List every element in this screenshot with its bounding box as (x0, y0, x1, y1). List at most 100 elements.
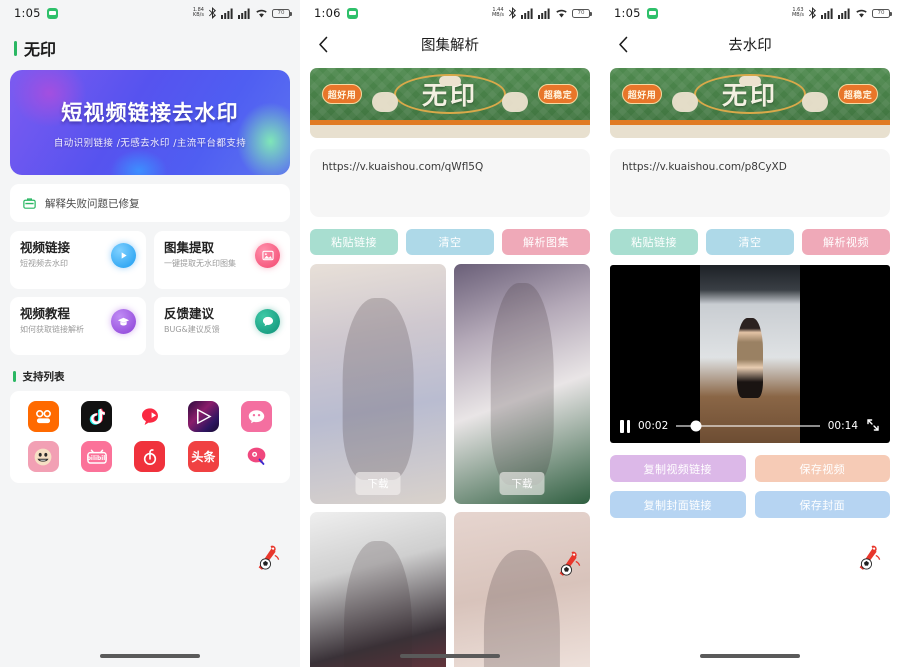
status-bar: 1:05 1.84 KB/s 70 (0, 0, 300, 26)
notice-text: 解释失败问题已修复 (45, 197, 140, 210)
kuaishou-icon[interactable] (27, 401, 59, 432)
weishi-icon[interactable] (241, 401, 273, 432)
navigation-bar: 图集解析 (300, 26, 600, 62)
menu-card-title: 视频教程 (20, 306, 71, 321)
gallery-result-grid: 下载 下载 (310, 264, 590, 667)
mascot-watermark-icon (552, 547, 586, 581)
wifi-icon (256, 9, 267, 17)
parse-gallery-button[interactable]: 解析图集 (502, 229, 590, 255)
hero-banner[interactable]: 短视频链接去水印 自动识别链接 /无感去水印 /主流平台都支持 (10, 70, 290, 175)
notification-badge-icon (346, 7, 358, 19)
support-accent-bar (13, 371, 16, 382)
page-header: 无印 (0, 26, 300, 68)
video-action-row: 粘贴链接 清空 解析视频 (610, 229, 890, 255)
brand-banner-stripe (310, 120, 590, 125)
notice-bar[interactable]: 解释失败问题已修复 (10, 184, 290, 222)
badge-very-stable: 超稳定 (538, 84, 578, 104)
menu-card-subtitle: 一键提取无水印图集 (164, 259, 236, 268)
notification-badge-icon (46, 7, 58, 19)
photo-subject (344, 540, 412, 667)
fullscreen-icon[interactable] (866, 417, 880, 436)
badge-very-stable: 超稳定 (838, 84, 878, 104)
video-player[interactable]: 00:02 00:14 (610, 265, 890, 443)
status-icons: 1.63 MB/s 70 (792, 7, 892, 19)
signal-2-icon (238, 8, 250, 19)
menu-card-title: 图集提取 (164, 240, 215, 255)
nav-title: 去水印 (728, 37, 772, 54)
brand-banner-body: 无印 超好用 超稳定 (610, 68, 890, 120)
menu-card-video-link[interactable]: 视频链接 短视频去水印 (10, 231, 146, 289)
menu-card-feedback[interactable]: 反馈建议 BUG&建议反馈 (154, 297, 290, 355)
clear-button[interactable]: 清空 (406, 229, 494, 255)
mascot-watermark-icon (251, 541, 285, 575)
save-video-button[interactable]: 保存视频 (754, 455, 890, 482)
menu-card-gallery-extract[interactable]: 图集提取 一键提取无水印图集 (154, 231, 290, 289)
menu-card-title: 视频链接 (20, 240, 71, 255)
douyin-icon[interactable] (81, 401, 113, 432)
save-cover-button[interactable]: 保存封面 (754, 491, 890, 518)
battery-icon: 70 (872, 8, 892, 18)
signal-1-icon (221, 8, 233, 19)
menu-card-title: 反馈建议 (164, 306, 215, 321)
support-list-title: 支持列表 (22, 371, 65, 383)
battery-icon: 70 (272, 8, 292, 18)
gallery-url-input[interactable]: https://v.kuaishou.com/qWfl5Q (310, 149, 590, 217)
copy-video-link-button[interactable]: 复制视频链接 (610, 455, 746, 482)
paste-link-button[interactable]: 粘贴链接 (310, 229, 398, 255)
gallery-photo-item[interactable]: 下载 (310, 264, 446, 504)
gallery-photo-item[interactable] (310, 512, 446, 667)
brand-banner-body: 无印 超好用 超稳定 (310, 68, 590, 120)
status-bar: 1:05 1.63 MB/s 70 (600, 0, 900, 26)
gallery-photo-item[interactable] (454, 512, 590, 667)
video-url-input[interactable]: https://v.kuaishou.com/p8CyXD (610, 149, 890, 217)
current-time-label: 00:02 (638, 420, 669, 432)
pipixia-icon[interactable] (27, 441, 59, 472)
clear-button[interactable]: 清空 (706, 229, 794, 255)
panel-watermark-remove: 1:05 1.63 MB/s 70 去水印 无印 超好用 超稳定 https:/… (600, 0, 900, 667)
redbook-icon[interactable] (134, 401, 166, 432)
photo-subject (490, 283, 554, 485)
network-speed-indicator: 1.44 MB/s (491, 6, 504, 18)
back-icon[interactable] (614, 35, 632, 53)
video-subject (737, 318, 763, 399)
menu-card-subtitle: 如何获取链接解析 (20, 325, 84, 334)
bilibili-icon[interactable]: bilibili (81, 441, 113, 472)
signal-1-icon (521, 8, 533, 19)
status-bar: 1:06 1.44 MB/s 70 (300, 0, 600, 26)
paste-link-button[interactable]: 粘贴链接 (610, 229, 698, 255)
brand-banner-stripe (610, 120, 890, 125)
nav-title: 图集解析 (421, 37, 479, 54)
battery-icon: 70 (572, 8, 592, 18)
brand-banner[interactable]: 无印 超好用 超稳定 (610, 68, 890, 138)
toutiao-icon[interactable]: 头条 (187, 441, 219, 472)
parse-video-button[interactable]: 解析视频 (802, 229, 890, 255)
menu-card-video-tutorial[interactable]: 视频教程 如何获取链接解析 (10, 297, 146, 355)
cloud-ornament-left-icon (672, 92, 698, 112)
zuiyou-icon[interactable] (241, 441, 273, 472)
navigation-bar: 去水印 (600, 26, 900, 62)
cloud-ornament-right-icon (802, 92, 828, 112)
back-icon[interactable] (314, 35, 332, 53)
panel-gallery-parse: 1:06 1.44 MB/s 70 图集解析 无印 超好用 超稳定 https:… (300, 0, 600, 667)
notification-badge-icon (646, 7, 658, 19)
iqiyi-icon[interactable] (187, 401, 219, 432)
pause-icon[interactable] (620, 419, 630, 433)
home-indicator (100, 654, 200, 658)
status-time: 1:05 (614, 6, 641, 20)
brand-banner[interactable]: 无印 超好用 超稳定 (310, 68, 590, 138)
progress-thumb[interactable] (690, 420, 702, 432)
copy-cover-link-button[interactable]: 复制封面链接 (610, 491, 746, 518)
netease-music-icon[interactable] (134, 441, 166, 472)
bluetooth-icon (209, 7, 216, 19)
graduation-cap-icon (111, 309, 136, 334)
badge-easy-to-use: 超好用 (322, 84, 362, 104)
image-icon (255, 243, 280, 268)
supported-platform-grid: bilibili 头条 (10, 391, 290, 483)
download-button[interactable]: 下载 (499, 472, 545, 495)
cloud-ornament-top-icon (439, 76, 461, 86)
gallery-photo-item[interactable]: 下载 (454, 264, 590, 504)
megaphone-icon (23, 197, 36, 209)
download-button[interactable]: 下载 (355, 472, 401, 495)
progress-slider[interactable] (676, 420, 820, 432)
player-controls: 00:02 00:14 (610, 409, 890, 443)
